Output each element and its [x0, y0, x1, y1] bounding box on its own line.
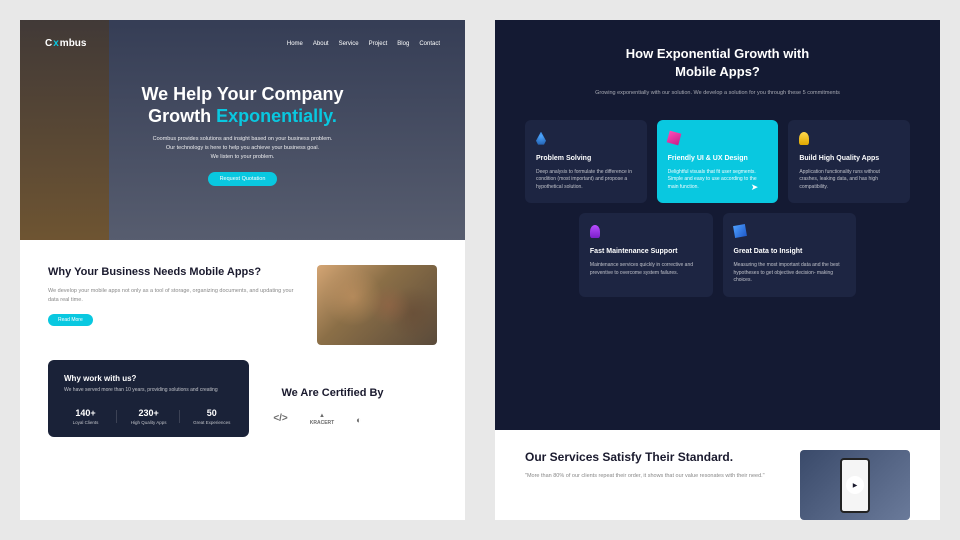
- services-subtitle: "More than 80% of our clients repeat the…: [525, 472, 782, 480]
- growth-section: How Exponential Growth with Mobile Apps?…: [495, 20, 940, 430]
- nav-blog[interactable]: Blog: [397, 41, 409, 47]
- growth-title: How Exponential Growth with Mobile Apps?: [525, 45, 910, 81]
- card-title: Build High Quality Apps: [799, 154, 899, 163]
- card-problem-solving[interactable]: Problem Solving Deep analysis to formula…: [525, 120, 647, 204]
- work-subtitle: We have served more than 10 years, provi…: [64, 387, 233, 394]
- card-maintenance[interactable]: Fast Maintenance Support Maintenance ser…: [579, 213, 713, 297]
- certified-title: We Are Certified By: [228, 387, 437, 399]
- cube-icon: [666, 130, 681, 145]
- cert-code-icon: </>: [273, 413, 287, 426]
- card-title: Fast Maintenance Support: [590, 247, 702, 256]
- nav-links: Home About Service Project Blog Contact: [287, 41, 440, 47]
- nav-service[interactable]: Service: [339, 41, 359, 47]
- card-title: Great Data to Insight: [734, 247, 846, 256]
- card-ui-ux-design[interactable]: Friendly UI & UX Design Delightful visua…: [657, 120, 779, 204]
- stat-clients: 140+ Loyal Clients: [64, 408, 107, 425]
- nav-about[interactable]: About: [313, 41, 329, 47]
- team-photo: [317, 265, 437, 345]
- play-button[interactable]: ▶: [846, 476, 864, 494]
- nav-contact[interactable]: Contact: [419, 41, 440, 47]
- work-title: Why work with us?: [64, 374, 233, 383]
- logo[interactable]: Cxmbus: [45, 38, 86, 49]
- card-high-quality-apps[interactable]: Build High Quality Apps Application func…: [788, 120, 910, 204]
- why-title: Why Your Business Needs Mobile Apps?: [48, 265, 297, 279]
- cube-icon: [733, 224, 747, 238]
- services-title: Our Services Satisfy Their Standard.: [525, 450, 782, 466]
- hero-section: Cxmbus Home About Service Project Blog C…: [20, 20, 465, 240]
- logo-text: C: [45, 38, 52, 49]
- stat-apps: 230+ High Quality Apps: [127, 408, 170, 425]
- card-title: Friendly UI & UX Design: [668, 154, 768, 163]
- cert-iso-icon: [356, 413, 361, 426]
- card-data-insight[interactable]: Great Data to Insight Measuring the most…: [723, 213, 857, 297]
- drop-icon: [536, 132, 546, 145]
- why-description: We develop your mobile apps not only as …: [48, 287, 297, 304]
- cylinder-icon: [590, 225, 600, 238]
- services-section: Our Services Satisfy Their Standard. "Mo…: [495, 430, 940, 520]
- cert-kracert-icon: KRACERT: [310, 413, 334, 426]
- read-more-button[interactable]: Read More: [48, 314, 93, 326]
- card-desc: Maintenance services quickly in correcti…: [590, 262, 702, 277]
- growth-subtitle: Growing exponentially with our solution.…: [525, 89, 910, 97]
- logo-x-icon: x: [53, 38, 59, 49]
- cylinder-icon: [799, 132, 809, 145]
- navbar: Cxmbus Home About Service Project Blog C…: [45, 38, 440, 49]
- nav-home[interactable]: Home: [287, 41, 303, 47]
- why-business-section: Why Your Business Needs Mobile Apps? We …: [20, 240, 465, 360]
- services-video-thumb: ▶: [800, 450, 910, 520]
- logo-text: mbus: [60, 38, 87, 49]
- stat-experiences: 50 Great Experiences: [190, 408, 233, 425]
- card-desc: Measuring the most important data and th…: [734, 262, 846, 285]
- card-desc: Application functionality runs without c…: [799, 169, 899, 192]
- nav-project[interactable]: Project: [369, 41, 388, 47]
- card-desc: Deep analysis to formulate the differenc…: [536, 169, 636, 192]
- cursor-icon: ➤: [751, 182, 759, 193]
- request-quotation-button[interactable]: Request Quotation: [208, 172, 278, 186]
- hero-title: We Help Your Company Growth Exponentiall…: [45, 84, 440, 127]
- hero-subtitle: Coombus provides solutions and insight b…: [45, 135, 440, 161]
- card-title: Problem Solving: [536, 154, 636, 163]
